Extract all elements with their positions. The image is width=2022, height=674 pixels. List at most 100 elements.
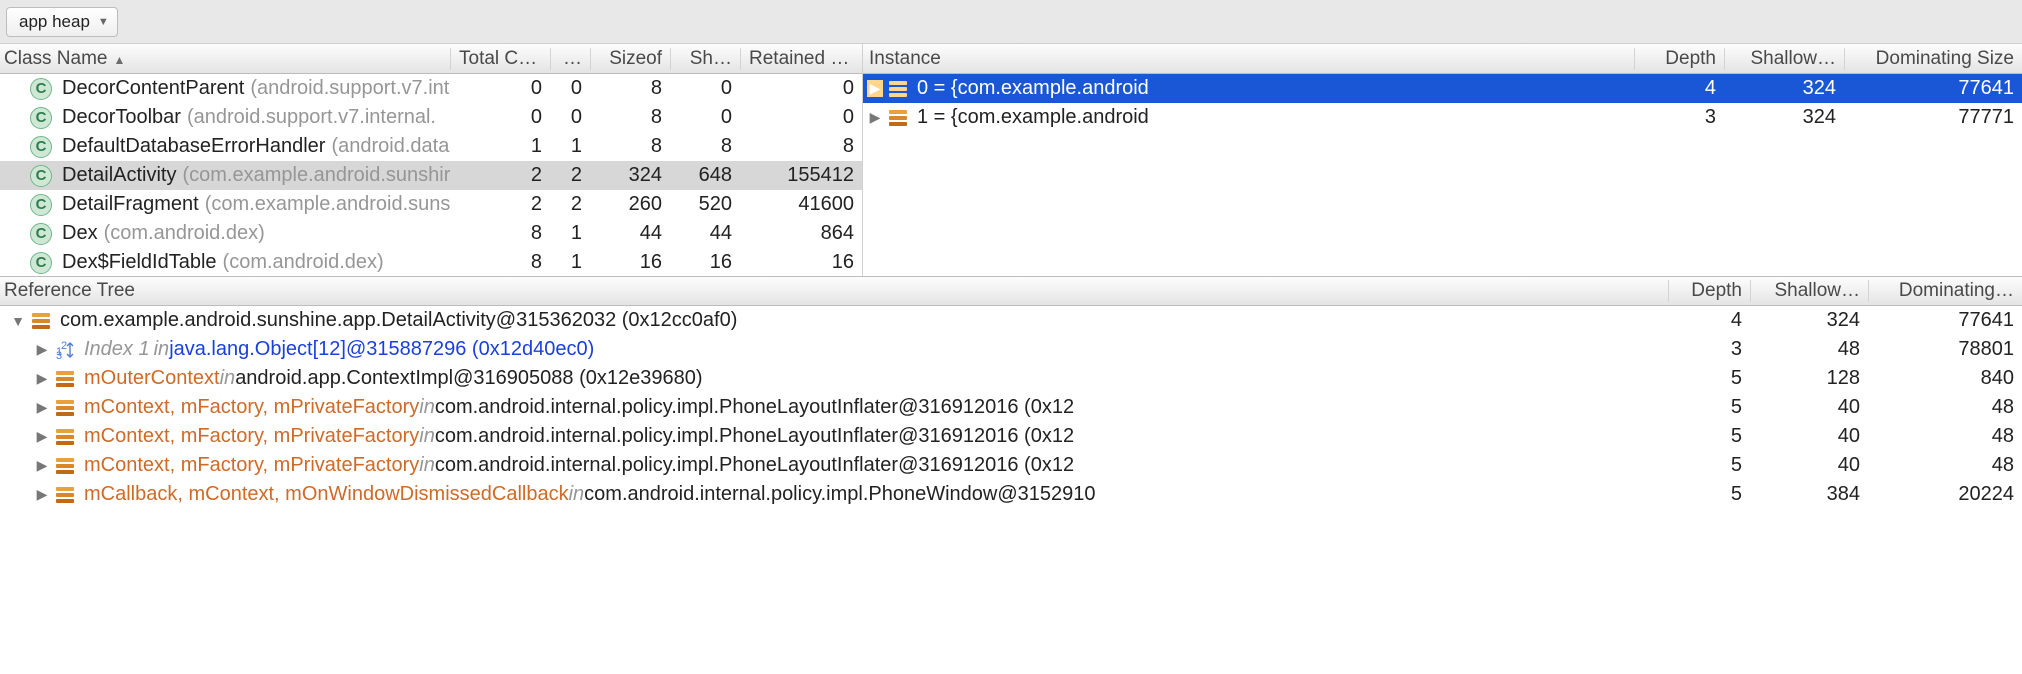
col-depth[interactable]: Depth [1634, 48, 1724, 70]
disclosure-triangle-icon[interactable]: ▶ [867, 109, 883, 126]
reference-tree-header[interactable]: Reference Tree Depth Shallow… Dominating… [0, 276, 2022, 306]
shallow-size: 0 [670, 106, 740, 129]
class-row[interactable]: CDefaultDatabaseErrorHandler(android.dat… [0, 132, 862, 161]
in-keyword: in [419, 425, 435, 448]
total-count: 8 [450, 222, 550, 245]
reference-tree-row[interactable]: ▶mContext, mFactory, mPrivateFactory in … [0, 422, 2022, 451]
class-name: Dex [62, 222, 98, 245]
field-name: mContext, mFactory, mPrivateFactory [84, 396, 419, 419]
shallow-size: 0 [670, 77, 740, 100]
toolbar: app heap ▼ [0, 0, 2022, 44]
total-count: 0 [450, 106, 550, 129]
col-instance[interactable]: Instance [863, 48, 1634, 70]
instance-depth: 4 [1634, 77, 1724, 100]
reference-tree-row[interactable]: ▶123Index 1 in java.lang.Object[12]@3158… [0, 335, 2022, 364]
ref-text: com.android.internal.policy.impl.PhoneLa… [435, 396, 1074, 419]
retained-size: 0 [740, 77, 862, 100]
reference-tree-row[interactable]: ▼com.example.android.sunshine.app.Detail… [0, 306, 2022, 335]
class-row[interactable]: CDetailActivity(com.example.android.suns… [0, 161, 862, 190]
instance-row[interactable]: ▶1 = {com.example.android332477771 [863, 103, 2022, 132]
total-count: 0 [450, 77, 550, 100]
in-keyword: in [154, 338, 170, 361]
classes-column-header[interactable]: Class Name▲ Total Co… … Sizeof Sh… Retai… [0, 44, 862, 74]
heap-count: 0 [550, 77, 590, 100]
class-name: DecorToolbar [62, 106, 181, 129]
disclosure-triangle-icon[interactable]: ▶ [867, 80, 883, 97]
instance-row[interactable]: ▶0 = {com.example.android432477641 [863, 74, 2022, 103]
class-icon: C [30, 107, 52, 129]
class-row[interactable]: CDetailFragment(com.example.android.suns… [0, 190, 862, 219]
class-package: (com.example.android.suns [205, 193, 450, 216]
disclosure-triangle-icon[interactable]: ▶ [34, 370, 50, 387]
instance-label: 0 = {com.example.android [917, 77, 1149, 100]
ref-depth: 5 [1668, 425, 1750, 448]
ref-dominating: 840 [1868, 367, 2022, 390]
class-icon: C [30, 165, 52, 187]
field-name: mContext, mFactory, mPrivateFactory [84, 454, 419, 477]
field-name: mContext, mFactory, mPrivateFactory [84, 425, 419, 448]
class-row[interactable]: CDecorToolbar(android.support.v7.interna… [0, 103, 862, 132]
heap-selector-dropdown[interactable]: app heap ▼ [6, 7, 118, 37]
class-name: DetailActivity [62, 164, 176, 187]
instances-pane: Instance Depth Shallow… Dominating Size … [862, 44, 2022, 276]
retained-size: 41600 [740, 193, 862, 216]
object-icon [32, 313, 50, 329]
reference-tree-row[interactable]: ▶mContext, mFactory, mPrivateFactory in … [0, 393, 2022, 422]
ref-depth: 4 [1668, 309, 1750, 332]
sizeof: 260 [590, 193, 670, 216]
ref-shallow: 324 [1750, 309, 1868, 332]
in-keyword: in [419, 396, 435, 419]
col-total-count[interactable]: Total Co… [450, 48, 550, 70]
disclosure-triangle-icon[interactable]: ▶ [34, 341, 50, 358]
col-dominating[interactable]: Dominating Size [1844, 48, 2022, 70]
ref-col-depth[interactable]: Depth [1668, 280, 1750, 302]
retained-size: 8 [740, 135, 862, 158]
ref-col-shallow[interactable]: Shallow… [1750, 280, 1868, 302]
instances-column-header[interactable]: Instance Depth Shallow… Dominating Size [863, 44, 2022, 74]
sizeof: 8 [590, 106, 670, 129]
ref-text: com.android.internal.policy.impl.PhoneWi… [584, 483, 1095, 506]
in-keyword: in [419, 454, 435, 477]
col-instance-shallow[interactable]: Shallow… [1724, 48, 1844, 70]
array-icon: 123 [56, 341, 76, 359]
col-shallow[interactable]: Sh… [670, 48, 740, 70]
ref-col-dominating[interactable]: Dominating… [1868, 280, 2022, 302]
class-row[interactable]: CDecorContentParent(android.support.v7.i… [0, 74, 862, 103]
ref-shallow: 40 [1750, 425, 1868, 448]
col-class-name[interactable]: Class Name▲ [0, 48, 450, 70]
disclosure-triangle-icon[interactable]: ▶ [34, 457, 50, 474]
col-retained[interactable]: Retained Size [740, 48, 862, 70]
total-count: 2 [450, 164, 550, 187]
heap-count: 0 [550, 106, 590, 129]
ref-dominating: 48 [1868, 425, 2022, 448]
total-count: 2 [450, 193, 550, 216]
reference-tree-row[interactable]: ▶mOuterContext in android.app.ContextImp… [0, 364, 2022, 393]
disclosure-triangle-icon[interactable]: ▶ [34, 428, 50, 445]
disclosure-triangle-icon[interactable]: ▶ [34, 399, 50, 416]
reference-tree-row[interactable]: ▶mContext, mFactory, mPrivateFactory in … [0, 451, 2022, 480]
ref-depth: 5 [1668, 483, 1750, 506]
sizeof: 16 [590, 251, 670, 274]
class-icon: C [30, 194, 52, 216]
reference-tree-title: Reference Tree [0, 280, 1668, 302]
reference-tree-row[interactable]: ▶mCallback, mContext, mOnWindowDismissed… [0, 480, 2022, 509]
total-count: 1 [450, 135, 550, 158]
heap-count: 2 [550, 193, 590, 216]
retained-size: 864 [740, 222, 862, 245]
instance-dominating: 77771 [1844, 106, 2022, 129]
instances-table-body: ▶0 = {com.example.android432477641▶1 = {… [863, 74, 2022, 276]
shallow-size: 16 [670, 251, 740, 274]
disclosure-triangle-icon[interactable]: ▶ [34, 486, 50, 503]
col-sizeof[interactable]: Sizeof [590, 48, 670, 70]
class-row[interactable]: CDex$FieldIdTable(com.android.dex)811616… [0, 248, 862, 276]
field-name: mOuterContext [84, 367, 220, 390]
reference-tree-body: ▼com.example.android.sunshine.app.Detail… [0, 306, 2022, 509]
retained-size: 155412 [740, 164, 862, 187]
disclosure-triangle-open-icon[interactable]: ▼ [10, 313, 26, 329]
object-icon [56, 400, 74, 416]
ref-link[interactable]: java.lang.Object[12]@315887296 (0x12d40e… [169, 338, 594, 361]
ref-shallow: 48 [1750, 338, 1868, 361]
sizeof: 8 [590, 77, 670, 100]
class-row[interactable]: CDex(com.android.dex)814444864 [0, 219, 862, 248]
col-heap-count[interactable]: … [550, 48, 590, 70]
